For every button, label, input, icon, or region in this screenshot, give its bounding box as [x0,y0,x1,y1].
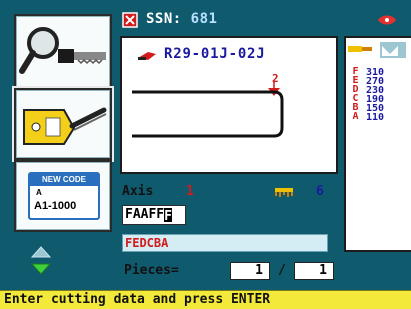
test-key-tool-button[interactable] [14,88,112,160]
axis-row: Axis 1 6 [122,182,336,202]
scroll-down-icon[interactable] [30,262,52,276]
cut-count: 6 [316,184,324,199]
cut-data-input[interactable]: FAAFFF [122,205,186,225]
new-code-range: A1-1000 [34,200,77,212]
key-code: R29-01J-02J [164,46,266,62]
magnifier-key-icon [19,27,106,74]
new-code-badge: NEW CODE [30,174,98,186]
magnifier-tool-button[interactable] [14,14,112,94]
settings-cross-icon[interactable] [122,12,138,28]
new-code-tool-button[interactable]: NEW CODE A A1-1000 [14,160,112,232]
cuts-panel: FEDCBA 310 270 230 190 150 110 [344,36,411,252]
ssn-value: 681 [190,11,218,27]
key-view-panel: R29-01J-02J 2 [120,36,338,174]
new-code-card: NEW CODE A A1-1000 [28,172,100,220]
pieces-label: Pieces= [124,263,179,278]
sequence-field[interactable]: FEDCBA [122,234,328,252]
header-bar: SSN: 681 [118,10,411,30]
key-blade-drawing [132,82,284,138]
text-cursor: F [164,208,173,224]
ssn-display: SSN: 681 [146,11,217,29]
new-code-sub: A [36,188,42,197]
sequence-value: FEDCBA [125,236,169,250]
pieces-total-field[interactable]: 1 [294,262,334,280]
axis-value: 1 [186,184,194,199]
status-bar: Enter cutting data and press ENTER [0,290,411,309]
cut-data-value: FAAFF [125,207,165,222]
ssn-label: SSN: [146,11,182,27]
test-key-icon [23,107,107,145]
pieces-current-field[interactable]: 1 [230,262,270,280]
key-head-icon [138,52,156,60]
cut-letters: FEDCBA [350,66,361,120]
key-depth-icon [348,42,406,58]
key-comb-icon [275,188,293,197]
cut-depths: 310 270 230 190 150 110 [366,68,385,123]
cut-depth: 110 [366,112,385,123]
pieces-separator: / [278,263,286,278]
scroll-up-icon[interactable] [30,245,52,259]
brand-logo-icon [378,15,396,25]
axis-label: Axis [122,184,154,199]
